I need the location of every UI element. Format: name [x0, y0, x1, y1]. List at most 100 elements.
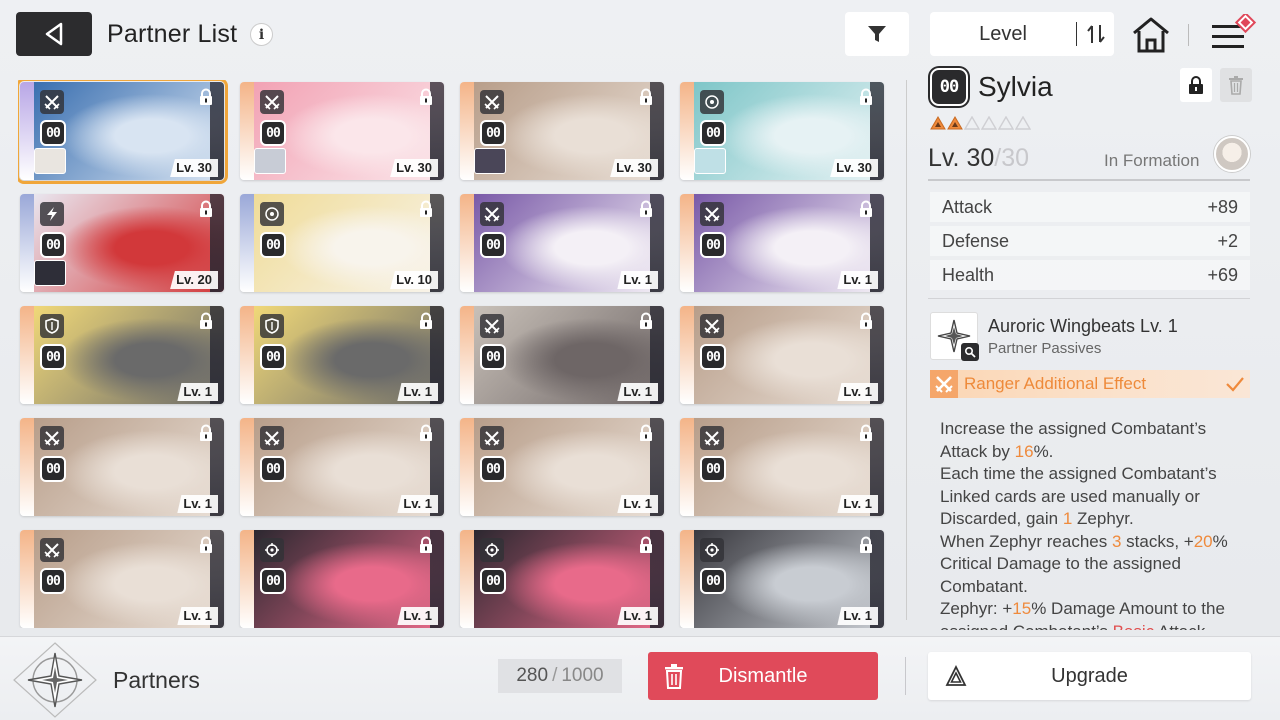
partner-card[interactable]: 00 Lv. 30 [18, 80, 228, 184]
partner-card[interactable]: 00 Lv. 1 [20, 306, 224, 404]
ranger-effect-bar[interactable]: Ranger Additional Effect [930, 370, 1250, 398]
partner-card[interactable]: 00 Lv. 1 [680, 194, 884, 292]
lock-icon[interactable] [638, 424, 654, 442]
sort-dropdown[interactable]: Level [930, 12, 1114, 56]
lock-icon[interactable] [198, 424, 214, 442]
detail-trash-button[interactable] [1220, 68, 1252, 102]
back-button[interactable] [16, 12, 92, 56]
assigned-combatant-avatar [34, 260, 66, 286]
lock-icon[interactable] [418, 200, 434, 218]
partner-card[interactable]: 00 Lv. 1 [20, 530, 224, 628]
card-rarity-stripe [240, 82, 254, 180]
lock-icon[interactable] [638, 200, 654, 218]
upgrade-triangle-icon [928, 665, 984, 687]
lock-icon[interactable] [858, 312, 874, 330]
passive-name: Auroric Wingbeats Lv. 1 [988, 316, 1178, 336]
lock-icon[interactable] [418, 424, 434, 442]
count-sep: / [552, 665, 558, 686]
lock-icon[interactable] [418, 536, 434, 554]
card-rarity-stripe [20, 82, 34, 180]
count-current: 280 [516, 665, 549, 686]
desc-value: 15 [1012, 599, 1032, 618]
lock-icon[interactable] [418, 312, 434, 330]
lock-icon[interactable] [638, 536, 654, 554]
lock-icon[interactable] [858, 200, 874, 218]
lock-icon[interactable] [418, 88, 434, 106]
stat-value: +2 [1217, 230, 1238, 251]
card-rarity-stripe [240, 530, 254, 628]
lock-icon[interactable] [198, 200, 214, 218]
rank-badge: 00 [40, 344, 66, 370]
lock-icon[interactable] [198, 536, 214, 554]
partner-card[interactable]: 00 Lv. 1 [680, 530, 884, 628]
lightning-icon [40, 202, 64, 226]
rank-badge: 00 [700, 456, 726, 482]
partner-card[interactable]: 00 Lv. 30 [680, 82, 884, 180]
lock-icon[interactable] [858, 88, 874, 106]
partner-card[interactable]: 00 Lv. 30 [240, 82, 444, 180]
sword-cross-icon [260, 90, 284, 114]
partner-card[interactable]: 00 Lv. 1 [680, 306, 884, 404]
card-level: Lv. 1 [617, 495, 658, 513]
lock-icon[interactable] [858, 536, 874, 554]
stat-row: Health +69 [930, 260, 1250, 290]
passive-skill-icon[interactable] [930, 312, 979, 361]
trash-icon [648, 663, 700, 689]
lock-icon[interactable] [198, 312, 214, 330]
partner-card[interactable]: 00 Lv. 1 [240, 306, 444, 404]
rank-badge: 00 [480, 120, 506, 146]
desc-text: Increase the assigned Combatant’s Attack… [940, 419, 1207, 461]
desc-value: Basic [1113, 622, 1155, 631]
menu-button[interactable] [1208, 11, 1260, 54]
passive-description: Increase the assigned Combatant’s Attack… [928, 418, 1252, 630]
sort-label: Level [979, 22, 1027, 45]
partner-card[interactable]: 00 Lv. 1 [460, 418, 664, 516]
partner-card[interactable]: 00 Lv. 1 [460, 306, 664, 404]
partner-card[interactable]: 00 Lv. 1 [460, 530, 664, 628]
desc-value: 16 [1014, 441, 1034, 461]
partner-card[interactable]: 00 Lv. 1 [240, 418, 444, 516]
home-button[interactable] [1130, 16, 1172, 54]
desc-text: stacks, + [1121, 531, 1194, 551]
card-level: Lv. 1 [397, 607, 438, 625]
info-icon[interactable]: i [250, 23, 273, 46]
assigned-combatant-avatar [34, 148, 66, 174]
dismantle-button[interactable]: Dismantle [648, 652, 878, 700]
partner-card[interactable]: 00 Lv. 30 [460, 82, 664, 180]
filter-icon [868, 26, 886, 42]
lock-icon[interactable] [198, 88, 214, 106]
lock-icon[interactable] [638, 88, 654, 106]
detail-lock-button[interactable] [1180, 68, 1212, 102]
target-icon [700, 90, 724, 114]
detail-divider-top [928, 179, 1250, 181]
filter-button[interactable] [845, 12, 909, 56]
card-level: Lv. 1 [397, 383, 438, 401]
rarity-star-empty-icon [964, 116, 980, 130]
formation-label: In Formation [1104, 151, 1200, 170]
sort-order-toggle[interactable] [1077, 23, 1114, 45]
lock-icon[interactable] [638, 312, 654, 330]
partner-card[interactable]: 00 Lv. 1 [460, 194, 664, 292]
bottom-bar: Partners 280/1000 Dismantle Upgrade [0, 636, 1280, 720]
partner-card[interactable]: 00 Lv. 1 [20, 418, 224, 516]
detail-divider-mid [928, 298, 1250, 299]
partner-card[interactable]: 00 Lv. 20 [20, 194, 224, 292]
desc-text: Attack [1154, 622, 1205, 631]
sword-cross-icon [700, 314, 724, 338]
partner-level: Lv. 30/30 [928, 144, 1029, 173]
lock-icon[interactable] [858, 424, 874, 442]
card-rarity-stripe [20, 306, 34, 404]
assigned-combatant-avatar [254, 148, 286, 174]
partner-card[interactable]: 00 Lv. 10 [240, 194, 444, 292]
formation-avatar[interactable] [1214, 136, 1250, 172]
sword-cross-icon [480, 314, 504, 338]
gear-target-icon [700, 538, 724, 562]
upgrade-button[interactable]: Upgrade [928, 652, 1251, 700]
partner-card[interactable]: 00 Lv. 1 [680, 418, 884, 516]
gear-target-icon [480, 538, 504, 562]
level-current: Lv. 30 [928, 144, 995, 172]
partner-card[interactable]: 00 Lv. 1 [240, 530, 444, 628]
card-rarity-stripe [680, 194, 694, 292]
stat-value: +69 [1207, 264, 1238, 285]
sword-cross-icon [260, 426, 284, 450]
